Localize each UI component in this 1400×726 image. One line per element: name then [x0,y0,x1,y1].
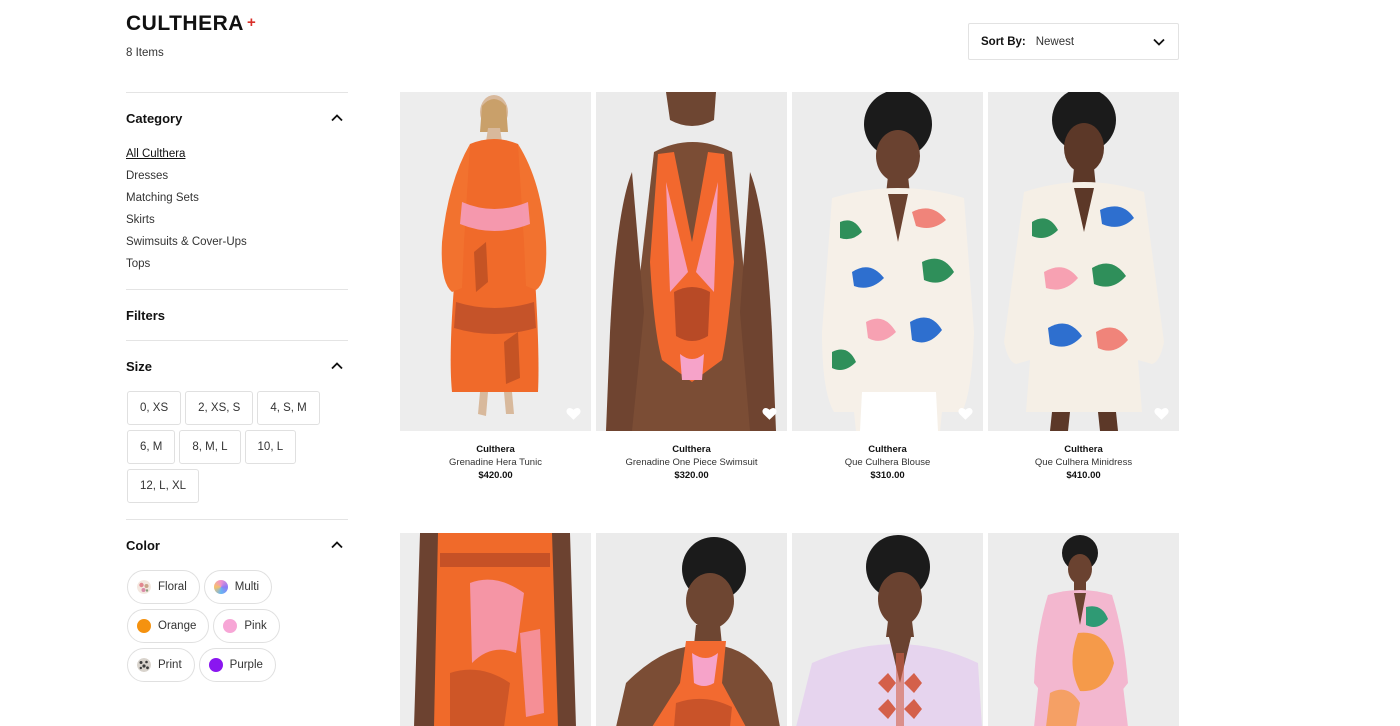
sort-label: Sort By: [981,35,1026,48]
color-option-print[interactable]: Print [127,648,195,682]
product-info: Culthera Que Culhera Blouse $310.00 [792,431,983,482]
product-info: Culthera Que Culhera Minidress $410.00 [988,431,1179,482]
product-name[interactable]: Grenadine Hera Tunic [400,456,591,469]
heart-icon[interactable] [1154,406,1169,421]
product-name[interactable]: Grenadine One Piece Swimsuit [596,456,787,469]
category-list: All Culthera Dresses Matching Sets Skirt… [126,143,348,289]
product-price: $410.00 [1066,470,1101,481]
product-price: $420.00 [478,470,513,481]
size-option-4-s-m[interactable]: 4, S, M [257,391,320,425]
heart-icon[interactable] [566,406,581,421]
product-brand: Culthera [868,444,907,455]
print-swatch-icon [137,658,151,672]
product-brand: Culthera [476,444,515,455]
lilac-blouse-photo [792,533,983,726]
size-option-0-xs[interactable]: 0, XS [127,391,182,425]
product-image-pink-dress[interactable] [988,533,1179,726]
color-header[interactable]: Color [126,520,348,570]
product-image-printed-minidress[interactable] [988,92,1179,431]
product-name[interactable]: Que Culhera Blouse [792,456,983,469]
product-info: Culthera Grenadine One Piece Swimsuit $3… [596,431,787,482]
color-options: Floral Multi Orange Pink Print Purple [126,570,348,692]
floral-swatch-icon [137,580,151,594]
multi-swatch-icon [213,580,228,594]
product-card[interactable]: Culthera Que Culhera Minidress $410.00 [988,92,1179,482]
heart-icon[interactable] [762,406,777,421]
size-option-8-m-l[interactable]: 8, M, L [179,430,241,464]
chevron-up-icon[interactable] [330,538,344,552]
category-header[interactable]: Category [126,93,348,143]
printed-minidress-photo [988,92,1179,431]
product-image-printed-blouse[interactable] [792,92,983,431]
item-count: 8 Items [126,47,164,59]
color-option-multi[interactable]: Multi [203,570,273,604]
color-option-label: Floral [158,581,187,593]
size-header[interactable]: Size [126,341,348,391]
sort-value: Newest [1035,35,1075,48]
product-card[interactable] [596,533,787,726]
orange-tunic-photo [400,92,591,431]
category-item-dresses[interactable]: Dresses [126,165,348,187]
chevron-up-icon[interactable] [330,111,344,125]
orange-halter-top-photo [596,533,787,726]
pink-swatch-icon [223,619,238,633]
product-card[interactable] [400,533,591,726]
product-price: $320.00 [674,470,709,481]
product-card[interactable]: Culthera Grenadine Hera Tunic $420.00 [400,92,591,482]
color-option-label: Pink [244,620,267,632]
product-image-lilac-blouse[interactable] [792,533,983,726]
size-options: 0, XS 2, XS, S 4, S, M 6, M 8, M, L 10, … [126,391,348,519]
color-option-label: Purple [229,659,263,671]
heart-icon[interactable] [958,406,973,421]
size-title: Size [126,358,153,374]
category-item-all[interactable]: All Culthera [126,143,348,165]
printed-blouse-photo [792,92,983,431]
product-brand: Culthera [1064,444,1103,455]
category-title: Category [126,110,183,126]
brand-name: CULTHERA [126,12,244,35]
orange-swatch-icon [137,619,151,633]
brand-plus-mark: + [246,14,257,31]
orange-skirt-photo [400,533,591,726]
color-title: Color [126,537,160,553]
pink-dress-photo [988,533,1179,726]
product-image-orange-halter-top[interactable] [596,533,787,726]
product-name[interactable]: Que Culhera Minidress [988,456,1179,469]
color-option-orange[interactable]: Orange [127,609,210,643]
chevron-up-icon[interactable] [330,359,344,373]
category-item-swimsuits[interactable]: Swimsuits & Cover-Ups [126,231,348,253]
filters-header: Filters [126,290,348,340]
color-option-purple[interactable]: Purple [198,648,276,682]
orange-swimsuit-photo [596,92,787,431]
color-option-floral[interactable]: Floral [127,570,200,604]
color-option-label: Multi [234,581,260,593]
chevron-down-icon [1153,38,1165,46]
product-card[interactable]: Culthera Que Culhera Blouse $310.00 [792,92,983,482]
product-brand: Culthera [672,444,711,455]
size-option-10-l[interactable]: 10, L [244,430,297,464]
color-option-label: Print [158,659,182,671]
category-item-tops[interactable]: Tops [126,253,348,275]
product-card[interactable] [792,533,983,726]
size-option-2-xs-s[interactable]: 2, XS, S [185,391,254,425]
product-image-orange-swimsuit[interactable] [596,92,787,431]
purple-swatch-icon [208,658,223,672]
product-card[interactable]: Culthera Grenadine One Piece Swimsuit $3… [596,92,787,482]
brand-logo[interactable]: CULTHERA + [126,12,256,36]
product-price: $310.00 [870,470,905,481]
sort-dropdown[interactable]: Sort By: Newest [968,23,1179,60]
filters-title: Filters [126,307,166,323]
color-option-pink[interactable]: Pink [213,609,280,643]
product-image-orange-tunic[interactable] [400,92,591,431]
category-item-matching-sets[interactable]: Matching Sets [126,187,348,209]
size-option-6-m[interactable]: 6, M [127,430,176,464]
category-item-skirts[interactable]: Skirts [126,209,348,231]
product-info: Culthera Grenadine Hera Tunic $420.00 [400,431,591,482]
product-image-orange-skirt[interactable] [400,533,591,726]
product-card[interactable] [988,533,1179,726]
color-option-label: Orange [158,620,197,632]
filter-sidebar: Category All Culthera Dresses Matching S… [126,92,348,692]
size-option-12-l-xl[interactable]: 12, L, XL [127,469,200,503]
